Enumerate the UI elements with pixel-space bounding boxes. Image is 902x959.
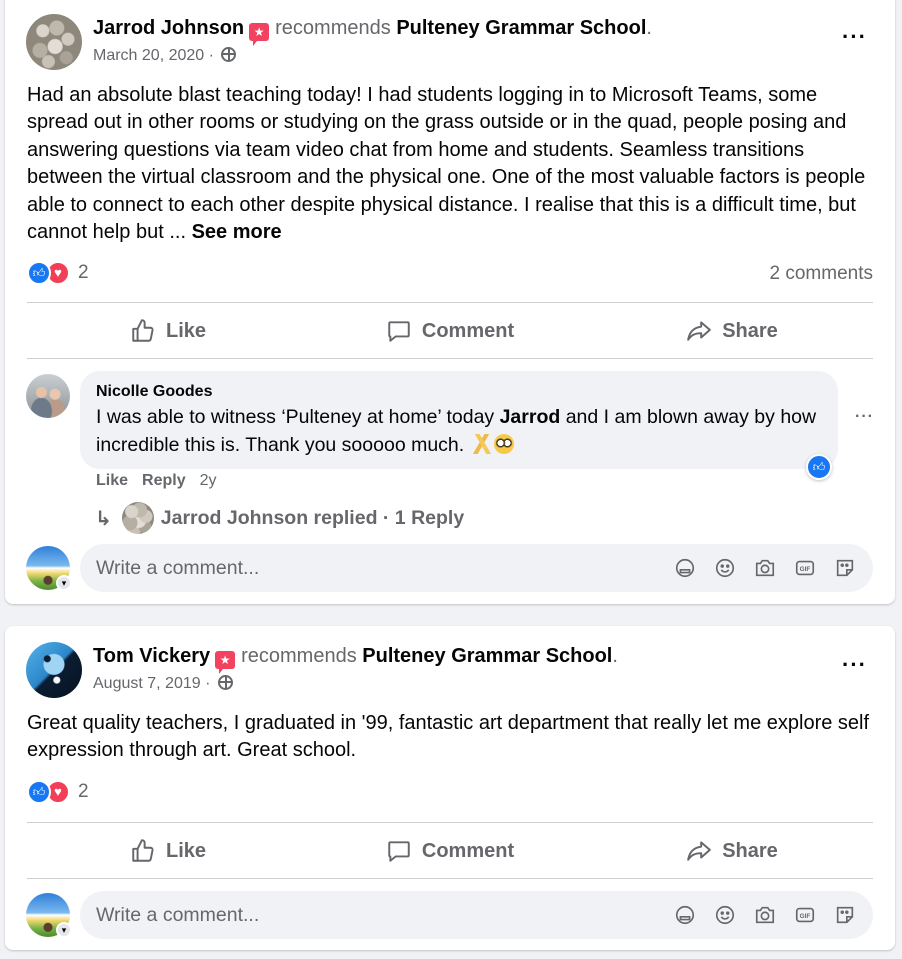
post-date-text[interactable]: August 7, 2019 · [93,675,210,692]
like-label: Like [165,319,207,342]
like-icon [132,319,154,342]
chevron-down-icon[interactable]: ▾ [56,922,72,938]
share-label: Share [722,839,778,862]
smiley-sticker-icon[interactable] [833,903,857,927]
composer-icons: GIF [673,556,857,580]
emoji-icon[interactable] [713,556,737,580]
divider [27,358,873,359]
emoji-icon[interactable] [713,903,737,927]
recommend-icon: ★ [215,651,236,674]
share-button[interactable]: Share [591,824,873,878]
more-icon[interactable]: ··· [842,654,867,676]
post-body: Had an absolute blast teaching today! I … [27,82,877,246]
author-name[interactable]: Tom Vickery [93,645,210,667]
globe-icon [217,675,233,690]
comment-count[interactable]: 2 comments [770,263,873,285]
like-button[interactable]: Like [27,304,309,358]
post-text: Had an absolute blast teaching today! I … [27,84,866,244]
action-bar: Like Comment Share [27,824,873,878]
comment-more-icon[interactable]: ··· [855,408,874,426]
share-label: Share [722,319,778,342]
comment-age[interactable]: 2y [200,472,217,489]
comment-actions: Like Reply 2y [96,472,231,490]
comment-text-part: I was able to witness ‘Pulteney at home’… [96,406,500,428]
comment-like-link[interactable]: Like [96,472,128,489]
period: . [646,17,652,39]
write-comment-input[interactable]: Write a comment... GIF [80,544,873,592]
folded-hands-emoji [471,434,492,454]
period: . [612,645,618,667]
composer-icons: GIF [673,903,857,927]
camera-icon[interactable] [753,903,777,927]
post-header: Tom Vickery ★ recommends Pulteney Grammar … [93,644,618,674]
post-card: Tom Vickery ★ recommends Pulteney Grammar … [5,626,895,950]
comment-button[interactable]: Comment [309,824,591,878]
smiley-sticker-icon[interactable] [833,556,857,580]
post-date: March 20, 2020 · [93,47,237,65]
post-text: Great quality teachers, I graduated in '… [27,712,870,762]
reaction-count: 2 [78,262,89,283]
author-avatar[interactable] [26,642,82,698]
page-name[interactable]: Pulteney Grammar School [396,17,646,39]
comment-bubble: Nicolle Goodes I was able to witness ‘Pu… [80,371,838,469]
like-reaction-icon: 👍︎ [27,780,51,804]
write-comment-placeholder: Write a comment... [96,556,260,579]
post-body: Great quality teachers, I graduated in '… [27,710,877,765]
sticker-icon[interactable] [673,903,697,927]
author-avatar[interactable] [26,14,82,70]
author-name[interactable]: Jarrod Johnson [93,17,244,39]
divider [27,822,873,823]
camera-icon[interactable] [753,556,777,580]
commenter-avatar[interactable] [26,374,70,418]
view-replies-link[interactable]: ↳ Jarrod Johnson replied · 1 Reply [95,502,464,534]
reaction-summary[interactable]: 👍︎ ♥ 2 [27,261,89,287]
recommends-verb: recommends [275,17,391,39]
share-button[interactable]: Share [591,304,873,358]
commenter-name[interactable]: Nicolle Goodes [96,381,822,403]
reaction-summary[interactable]: 👍︎ ♥ 2 [27,780,89,806]
like-label: Like [165,839,207,862]
post-date-text[interactable]: March 20, 2020 · [93,47,214,64]
gif-icon[interactable]: GIF [793,556,817,580]
comment-icon [388,841,410,862]
nerd-face-emoji [493,434,514,454]
post-card: Jarrod Johnson ★ recommends Pulteney Gramm… [5,0,895,604]
divider [27,302,873,303]
write-comment-input[interactable]: Write a comment... GIF [80,891,873,939]
post-date: August 7, 2019 · [93,675,233,693]
comment-reply-link[interactable]: Reply [142,472,186,489]
comment-button[interactable]: Comment [309,304,591,358]
like-button[interactable]: Like [27,824,309,878]
comment-label: Comment [421,839,515,862]
chevron-down-icon[interactable]: ▾ [56,575,72,591]
see-more-link[interactable]: See more [192,221,282,243]
comment-icon [388,321,410,342]
share-icon [687,841,712,861]
replies-text: Jarrod Johnson replied · 1 Reply [160,506,465,529]
reaction-count: 2 [78,781,89,802]
replier-avatar [121,502,154,534]
comment-label: Comment [421,319,515,342]
page-name[interactable]: Pulteney Grammar School [362,645,612,667]
divider [27,878,873,879]
recommend-icon: ★ [249,23,270,46]
share-icon [687,321,712,341]
like-icon [132,839,154,862]
comment-like-reaction-icon[interactable]: 👍︎ [806,454,832,480]
svg-text:GIF: GIF [800,913,811,920]
more-icon[interactable]: ··· [842,26,867,48]
globe-icon [221,47,237,62]
svg-text:GIF: GIF [800,566,811,573]
write-comment-placeholder: Write a comment... [96,903,260,926]
recommends-verb: recommends [241,645,357,667]
like-reaction-icon: 👍︎ [27,261,51,285]
mention-link[interactable]: Jarrod [500,406,561,428]
gif-icon[interactable]: GIF [793,903,817,927]
action-bar: Like Comment Share [27,304,873,358]
comment-text: I was able to witness ‘Pulteney at home’… [96,403,822,459]
sticker-icon[interactable] [673,556,697,580]
reply-arrow-icon: ↳ [95,507,112,530]
post-header: Jarrod Johnson ★ recommends Pulteney Gramm… [93,16,652,46]
